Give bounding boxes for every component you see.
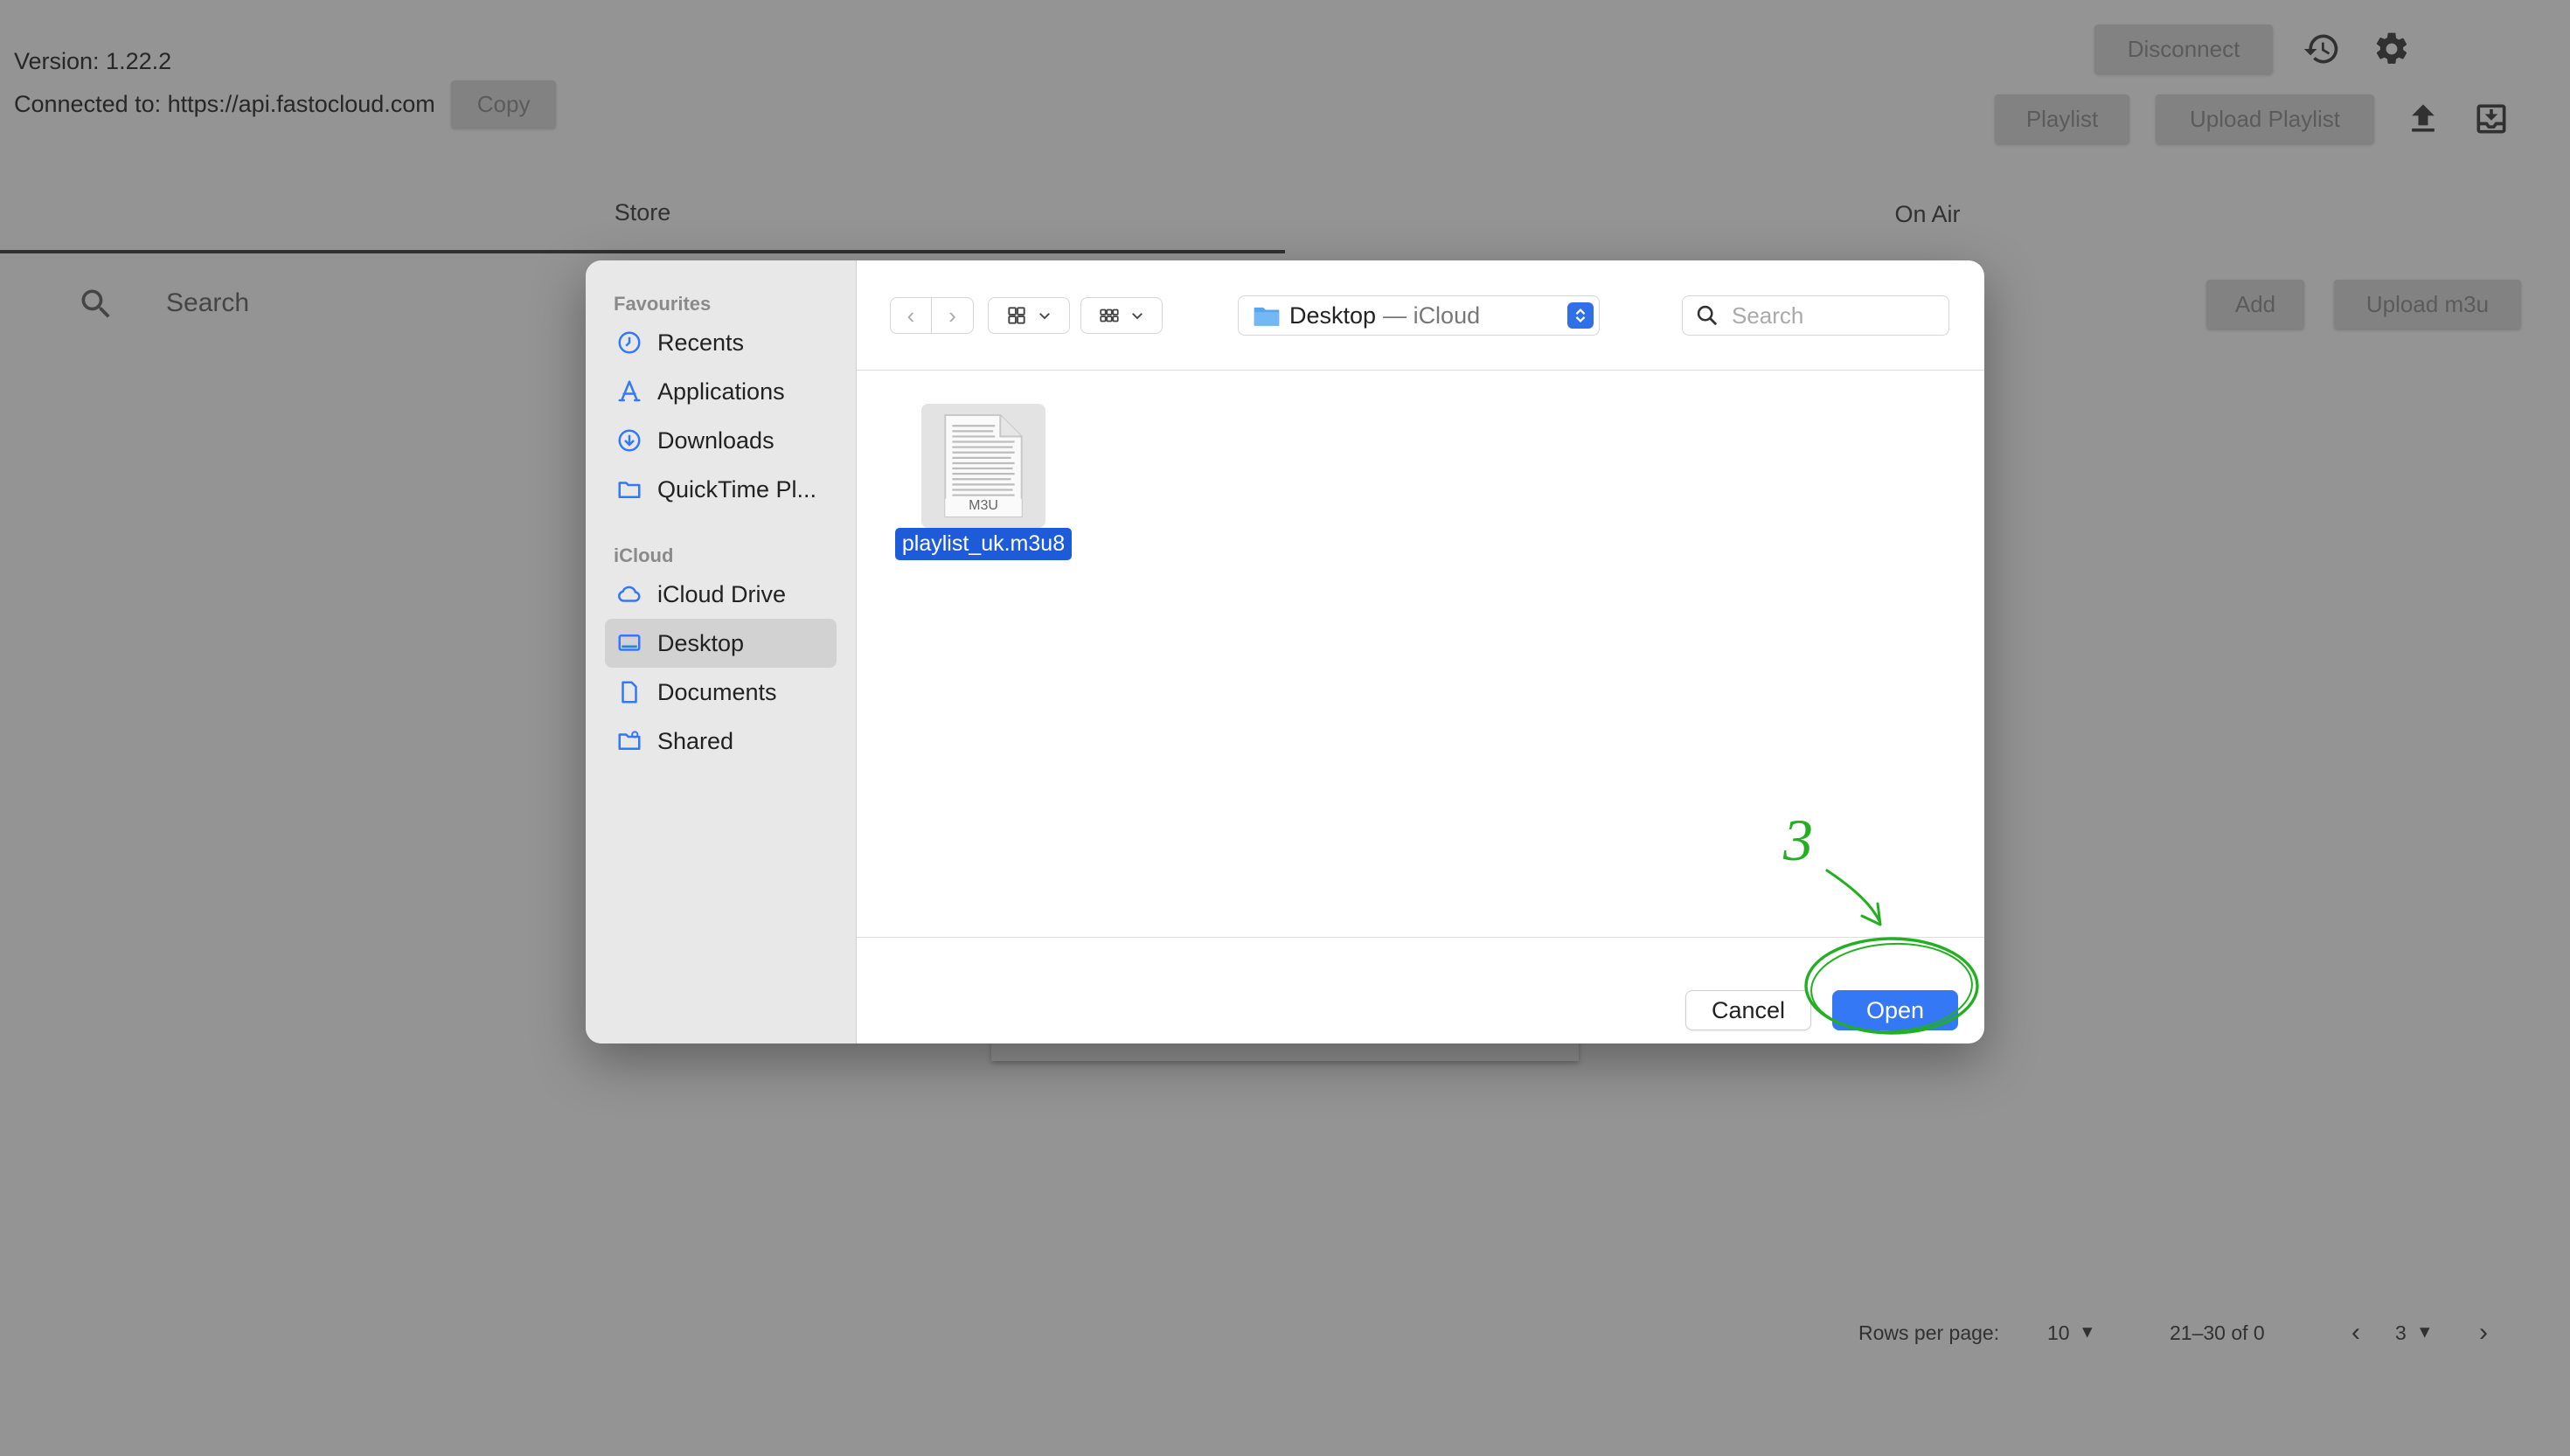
dialog-toolbar: ‹ › Desktop — iCloud Search: [857, 260, 1984, 371]
chevron-down-icon: [1132, 313, 1143, 320]
shared-folder-icon: [615, 727, 643, 755]
applications-icon: [615, 378, 643, 406]
cloud-icon: [615, 580, 643, 608]
dialog-sidebar: Favourites Recents Applications Download…: [586, 260, 857, 1043]
file-item[interactable]: M3U playlist_uk.m3u8: [893, 404, 1073, 560]
file-type-label: M3U: [969, 498, 998, 513]
clock-icon: [615, 329, 643, 357]
sidebar-item-label: Applications: [657, 378, 785, 405]
sidebar-item-recents[interactable]: Recents: [605, 318, 837, 367]
favourites-heading: Favourites: [614, 293, 712, 315]
group-view-button[interactable]: [1080, 297, 1163, 334]
history-nav: ‹ ›: [890, 297, 974, 334]
sidebar-item-downloads[interactable]: Downloads: [605, 416, 837, 465]
chevron-down-icon: [1039, 313, 1050, 320]
location-suffix: — iCloud: [1383, 302, 1481, 329]
location-popup[interactable]: Desktop — iCloud: [1238, 295, 1600, 336]
sidebar-item-quicktime[interactable]: QuickTime Pl...: [605, 465, 837, 514]
group-grid-icon: [1100, 309, 1119, 322]
forward-chevron-icon[interactable]: ›: [932, 297, 974, 334]
sidebar-item-icloud-drive[interactable]: iCloud Drive: [605, 570, 837, 619]
search-icon: [1697, 305, 1717, 325]
sidebar-item-label: Recents: [657, 329, 745, 356]
download-circle-icon: [615, 426, 643, 454]
back-chevron-icon[interactable]: ‹: [890, 297, 932, 334]
icloud-heading: iCloud: [614, 544, 674, 566]
dialog-search-placeholder: Search: [1732, 302, 1804, 329]
sidebar-item-label: iCloud Drive: [657, 580, 787, 607]
dialog-search-field[interactable]: Search: [1682, 295, 1949, 336]
folder-icon: [1254, 307, 1280, 326]
icon-view-button[interactable]: [988, 297, 1070, 334]
step-annotation: 3: [1782, 807, 1979, 1035]
sidebar-item-label: Desktop: [657, 629, 745, 656]
grid-icon: [1008, 307, 1025, 324]
sidebar-item-shared[interactable]: Shared: [605, 717, 837, 766]
document-icon: [615, 678, 643, 706]
sidebar-item-desktop[interactable]: Desktop: [605, 619, 837, 668]
folder-icon: [615, 475, 643, 503]
location-name: Desktop: [1289, 302, 1377, 329]
sidebar-item-label: Shared: [657, 727, 734, 754]
annotation-arrow: [1825, 869, 1881, 923]
sidebar-item-label: Downloads: [657, 426, 774, 454]
sidebar-item-label: Documents: [657, 678, 777, 705]
sidebar-item-documents[interactable]: Documents: [605, 668, 837, 717]
sidebar-item-applications[interactable]: Applications: [605, 367, 837, 416]
step-number: 3: [1782, 807, 1813, 873]
file-name: playlist_uk.m3u8: [894, 528, 1073, 560]
sidebar-item-label: QuickTime Pl...: [657, 475, 817, 503]
up-down-chevron-icon: [1567, 302, 1594, 329]
desktop-icon: [615, 629, 643, 657]
